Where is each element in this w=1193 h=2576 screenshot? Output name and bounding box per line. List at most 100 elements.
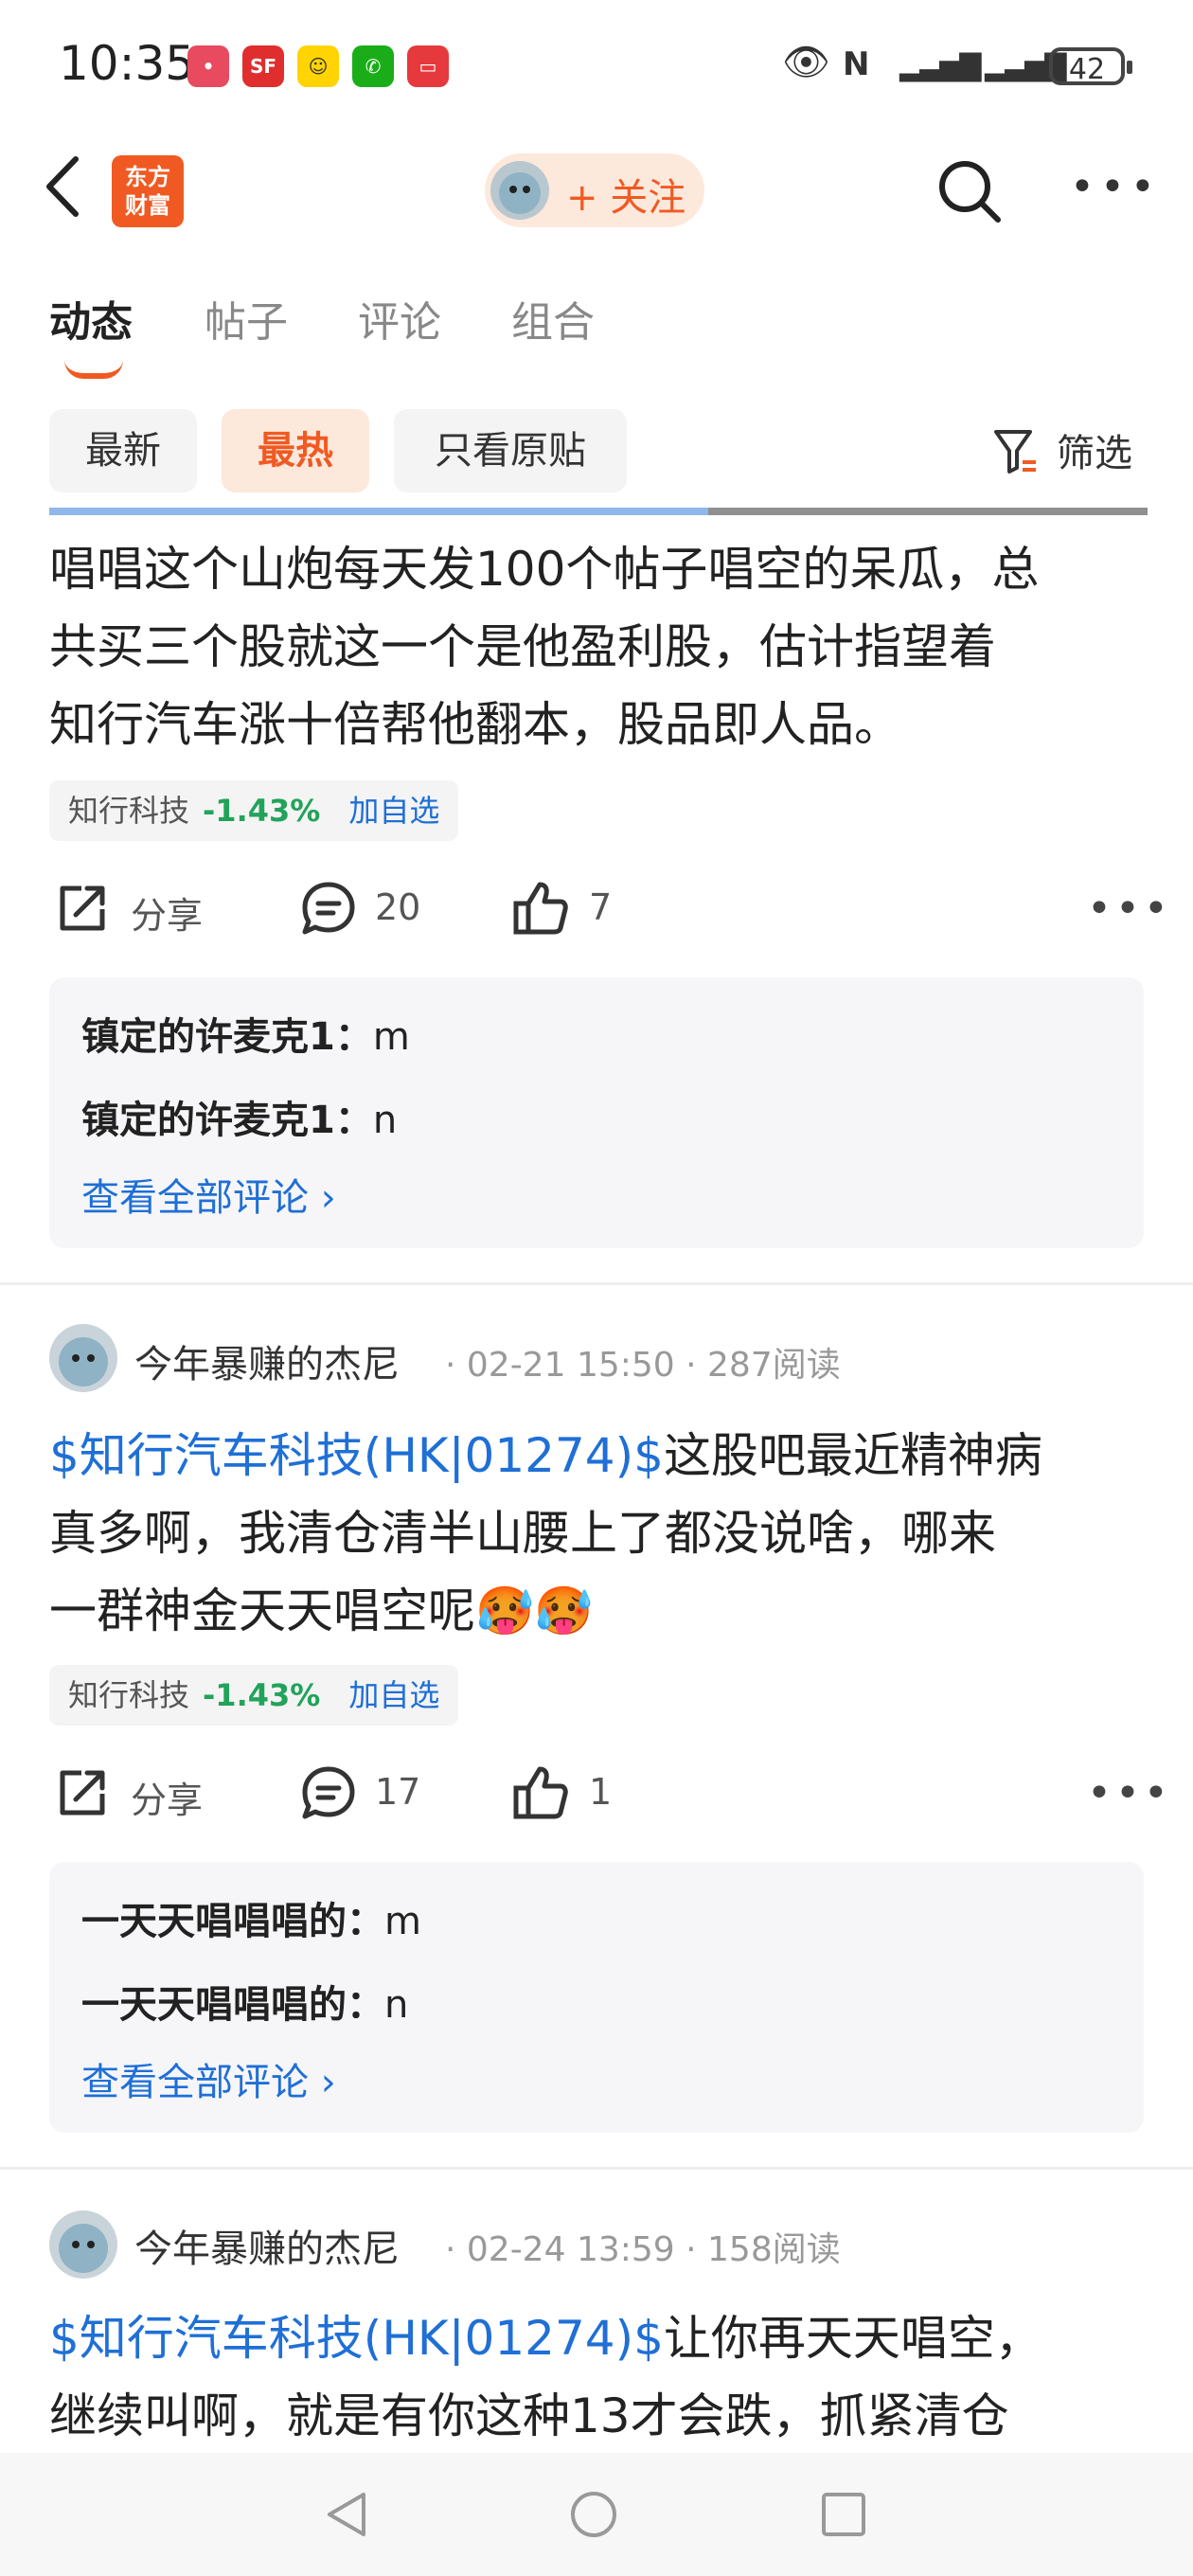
stock-change: -1.43% [203, 1677, 321, 1713]
post-body[interactable]: $知行汽车科技(HK|01274)$这股吧最近精神病 真多啊，我清仓清半山腰上了… [49, 1417, 1148, 1650]
post-text: 让你再天天唱空， [663, 2311, 1042, 2366]
eye-icon: 👁 [782, 41, 830, 84]
view-all-comments-link[interactable]: 查看全部评论 › [81, 2051, 336, 2106]
comment-button[interactable]: 20 [299, 879, 441, 945]
more-icon: ••• [1087, 1769, 1172, 1817]
share-label: 分享 [131, 1780, 204, 1821]
comment-count: 20 [375, 886, 421, 928]
share-icon [60, 886, 105, 931]
filter-icon [994, 430, 1036, 474]
follow-label: + 关注 [566, 176, 686, 220]
sf-express-icon: SF [242, 45, 284, 87]
home-circle-icon[interactable] [568, 2489, 619, 2540]
post-more-button[interactable]: ••• [1087, 1769, 1172, 1817]
post-line: 唱唱这个山炮每天发100个帖子唱空的呆瓜，总 [49, 542, 1040, 597]
post-line: 继续叫啊，就是有你这种13才会跌，抓紧清仓 [49, 2388, 1009, 2443]
like-count: 1 [589, 1771, 613, 1813]
signal-icon-1: ▂▃▅▇ [899, 49, 981, 82]
search-icon [939, 161, 1001, 223]
chip-hottest[interactable]: 最热 [222, 409, 369, 492]
squirtle-avatar-icon [59, 2224, 108, 2273]
post-body[interactable]: 唱唱这个山炮每天发100个帖子唱空的呆瓜，总 共买三个股就这一个是他盈利股，估计… [49, 530, 1148, 763]
stock-tag[interactable]: 知行科技 -1.43% 加自选 [49, 1665, 459, 1726]
comment-text: m [372, 1015, 410, 1059]
divider [0, 2167, 1193, 2170]
tab-dynamics[interactable]: 动态 [49, 288, 133, 349]
logo-text-line1: 东方 [125, 164, 170, 190]
author-name[interactable]: 今年暴赚的杰尼 [134, 2218, 400, 2273]
commenter-name: 一天天唱唱唱的： [81, 1983, 384, 2027]
comment-text: n [372, 1099, 398, 1142]
back-arrow-icon [46, 156, 79, 217]
author-name[interactable]: 今年暴赚的杰尼 [134, 1333, 400, 1388]
active-tab-indicator [64, 360, 123, 379]
like-button[interactable]: 7 [511, 879, 634, 945]
meituan-icon: ☺ [297, 45, 339, 87]
eastmoney-logo: 东方 财富 [112, 155, 184, 227]
post-line: 一群神金天天唱空呢🥵🥵 [49, 1583, 594, 1638]
squirtle-avatar-icon [499, 172, 541, 214]
avatar [490, 161, 549, 220]
tab-comments[interactable]: 评论 [358, 288, 441, 349]
avatar[interactable] [49, 2210, 117, 2279]
comment-button[interactable]: 17 [299, 1763, 441, 1830]
search-button[interactable] [934, 155, 1004, 225]
stock-tag[interactable]: 知行科技 -1.43% 加自选 [49, 780, 459, 841]
comment-text: m [384, 1900, 421, 1943]
comment-preview: 一天天唱唱唱的：m 一天天唱唱唱的：n 查看全部评论 › [49, 1862, 1144, 2133]
post-meta: · 02-24 13:59 · 158阅读 [445, 2230, 841, 2269]
post-text: 这股吧最近精神病 [663, 1428, 1042, 1483]
stock-name: 知行科技 [68, 793, 190, 829]
system-nav-bar [0, 2453, 1193, 2576]
commenter-name: 一天天唱唱唱的： [81, 1900, 384, 1943]
thumbs-up-icon [513, 1766, 568, 1819]
thumbs-up-icon [513, 882, 568, 935]
post-more-button[interactable]: ••• [1087, 885, 1172, 933]
view-all-comments-link[interactable]: 查看全部评论 › [81, 1167, 336, 1222]
tab-posts[interactable]: 帖子 [205, 288, 288, 349]
chip-latest[interactable]: 最新 [49, 409, 197, 492]
app-notification-icon: • [187, 45, 229, 87]
like-button[interactable]: 1 [511, 1763, 634, 1830]
add-watchlist-link[interactable]: 加自选 [348, 793, 439, 829]
chip-original-only[interactable]: 只看原贴 [394, 409, 627, 492]
comment-icon [302, 882, 355, 935]
stock-change: -1.43% [203, 793, 321, 829]
status-bar: 10:35 • SF ☺ ✆ ▭ 👁 N ▂▃▅▇ ▂▃▅▇ 42 [0, 0, 1193, 133]
stock-name: 知行科技 [68, 1677, 190, 1713]
tab-portfolio[interactable]: 组合 [511, 288, 595, 349]
like-count: 7 [589, 886, 613, 928]
back-triangle-icon[interactable] [322, 2489, 373, 2540]
squirtle-avatar-icon [59, 1337, 108, 1386]
comment-text: n [384, 1983, 409, 2027]
commenter-name: 镇定的许麦克1： [81, 1099, 373, 1142]
avatar[interactable] [49, 1324, 117, 1392]
commenter-name: 镇定的许麦克1： [81, 1015, 373, 1059]
filter-button[interactable]: 筛选 [992, 422, 1153, 479]
follow-button[interactable]: + 关注 [485, 153, 704, 227]
comment-item[interactable]: 一天天唱唱唱的：n [81, 1974, 408, 2029]
recents-square-icon[interactable] [818, 2489, 869, 2540]
add-watchlist-link[interactable]: 加自选 [348, 1677, 439, 1713]
comment-item[interactable]: 一天天唱唱唱的：m [81, 1890, 421, 1945]
post-meta: · 02-21 15:50 · 287阅读 [445, 1346, 841, 1385]
post-line: 知行汽车涨十倍帮他翻本，股品即人品。 [49, 697, 901, 752]
post-body[interactable]: $知行汽车科技(HK|01274)$让你再天天唱空， 继续叫啊，就是有你这种13… [49, 2299, 1148, 2455]
logo-text-line2: 财富 [125, 192, 170, 219]
nfc-icon: N [843, 45, 870, 83]
stock-link[interactable]: $知行汽车科技(HK|01274)$ [49, 1428, 664, 1483]
filter-label: 筛选 [1057, 432, 1132, 475]
back-button[interactable] [42, 153, 83, 234]
more-menu-button[interactable]: ••• [1070, 163, 1161, 211]
battery-indicator: 42 [1049, 47, 1132, 86]
share-button[interactable]: 分享 [53, 1763, 223, 1830]
mail-icon: ▭ [407, 45, 449, 87]
clipped-text-line [49, 502, 1148, 515]
post-line: 真多啊，我清仓清半山腰上了都没说啥，哪来 [49, 1506, 996, 1561]
comment-preview: 镇定的许麦克1：m 镇定的许麦克1：n 查看全部评论 › [49, 977, 1144, 1248]
comment-item[interactable]: 镇定的许麦克1：m [81, 1006, 410, 1061]
share-button[interactable]: 分享 [53, 879, 223, 945]
stock-link[interactable]: $知行汽车科技(HK|01274)$ [49, 2311, 664, 2366]
comment-item[interactable]: 镇定的许麦克1：n [81, 1089, 397, 1144]
post-line: 共买三个股就这一个是他盈利股，估计指望着 [49, 619, 996, 674]
